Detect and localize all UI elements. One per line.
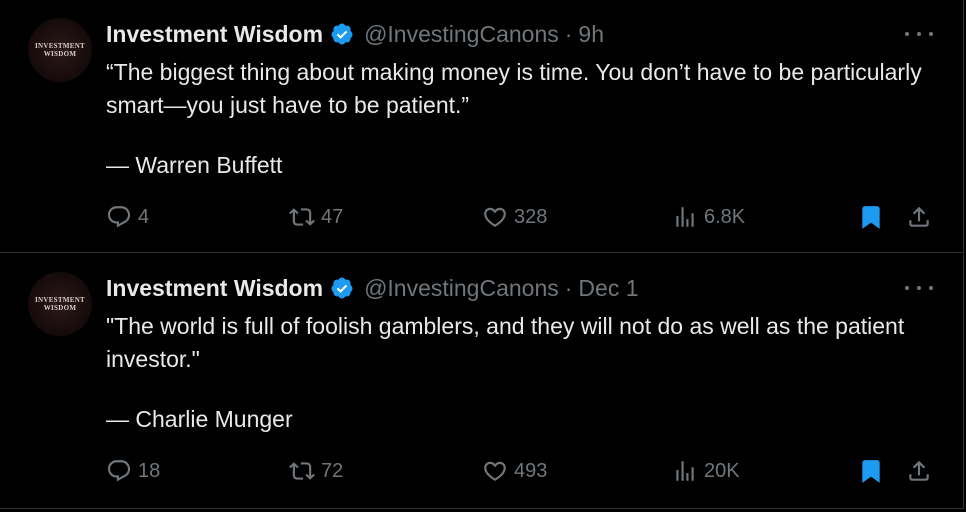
tweet[interactable]: INVESTMENT WISDOM Investment Wisdom @Inv… (0, 254, 964, 509)
like-count: 493 (514, 459, 548, 482)
bookmark-icon (862, 206, 880, 229)
share-icon (909, 460, 929, 481)
retweet-count: 72 (321, 459, 344, 482)
author-name[interactable]: Investment Wisdom (106, 21, 323, 48)
timeline: INVESTMENT WISDOM Investment Wisdom @Inv… (0, 0, 966, 512)
more-horizontal-icon[interactable] (905, 26, 933, 42)
like-count: 328 (514, 205, 548, 228)
avatar-logo-text: INVESTMENT WISDOM (34, 296, 86, 312)
retweet-button[interactable]: 47 (289, 200, 343, 234)
reply-count: 4 (138, 205, 150, 228)
share-button[interactable] (906, 454, 932, 488)
like-button[interactable]: 328 (482, 200, 547, 234)
separator-dot: · (564, 274, 573, 301)
views-chart-icon (676, 207, 694, 227)
avatar-logo-text: INVESTMENT WISDOM (34, 42, 86, 58)
tweet[interactable]: INVESTMENT WISDOM Investment Wisdom @Inv… (0, 0, 964, 253)
tweet-actions: 18 72 493 20K (0, 454, 964, 488)
retweet-icon (289, 208, 315, 226)
bookmark-icon (862, 460, 880, 483)
tweet-actions: 4 47 328 6.8K (0, 200, 964, 234)
views-button[interactable]: 6.8K (672, 200, 745, 234)
author-handle[interactable]: @InvestingCanons (364, 275, 559, 302)
tweet-header: Investment Wisdom @InvestingCanons · Dec… (106, 273, 639, 303)
author-handle[interactable]: @InvestingCanons (364, 21, 559, 48)
author-name[interactable]: Investment Wisdom (106, 275, 323, 302)
reply-button[interactable]: 18 (106, 454, 160, 488)
separator-dot: · (564, 20, 573, 47)
like-button[interactable]: 493 (482, 454, 547, 488)
views-button[interactable]: 20K (672, 454, 740, 488)
avatar[interactable]: INVESTMENT WISDOM (28, 18, 92, 82)
quote-attribution: — Charlie Munger (106, 406, 293, 432)
tweet-text: "The world is full of foolish gamblers, … (106, 313, 905, 372)
reply-button[interactable]: 4 (106, 200, 149, 234)
timestamp[interactable]: 9h (578, 21, 604, 48)
heart-icon (484, 461, 506, 481)
retweet-icon (289, 462, 315, 480)
bookmark-button[interactable] (858, 454, 884, 488)
reply-icon (107, 460, 131, 482)
retweet-count: 47 (321, 205, 344, 228)
reply-icon (107, 206, 131, 228)
view-count: 6.8K (704, 205, 746, 228)
share-icon (909, 206, 929, 227)
reply-count: 18 (138, 459, 161, 482)
share-button[interactable] (906, 200, 932, 234)
timestamp[interactable]: Dec 1 (578, 275, 638, 302)
avatar[interactable]: INVESTMENT WISDOM (28, 272, 92, 336)
view-count: 20K (704, 459, 740, 482)
more-horizontal-icon[interactable] (905, 280, 933, 296)
verified-badge-icon[interactable] (330, 22, 354, 46)
bookmark-button[interactable] (858, 200, 884, 234)
verified-badge-icon[interactable] (330, 276, 354, 300)
quote-attribution: — Warren Buffett (106, 152, 283, 178)
tweet-header: Investment Wisdom @InvestingCanons · 9h (106, 19, 604, 49)
views-chart-icon (676, 461, 694, 481)
tweet-text: “The biggest thing about making money is… (106, 59, 922, 118)
heart-icon (484, 207, 506, 227)
retweet-button[interactable]: 72 (289, 454, 343, 488)
